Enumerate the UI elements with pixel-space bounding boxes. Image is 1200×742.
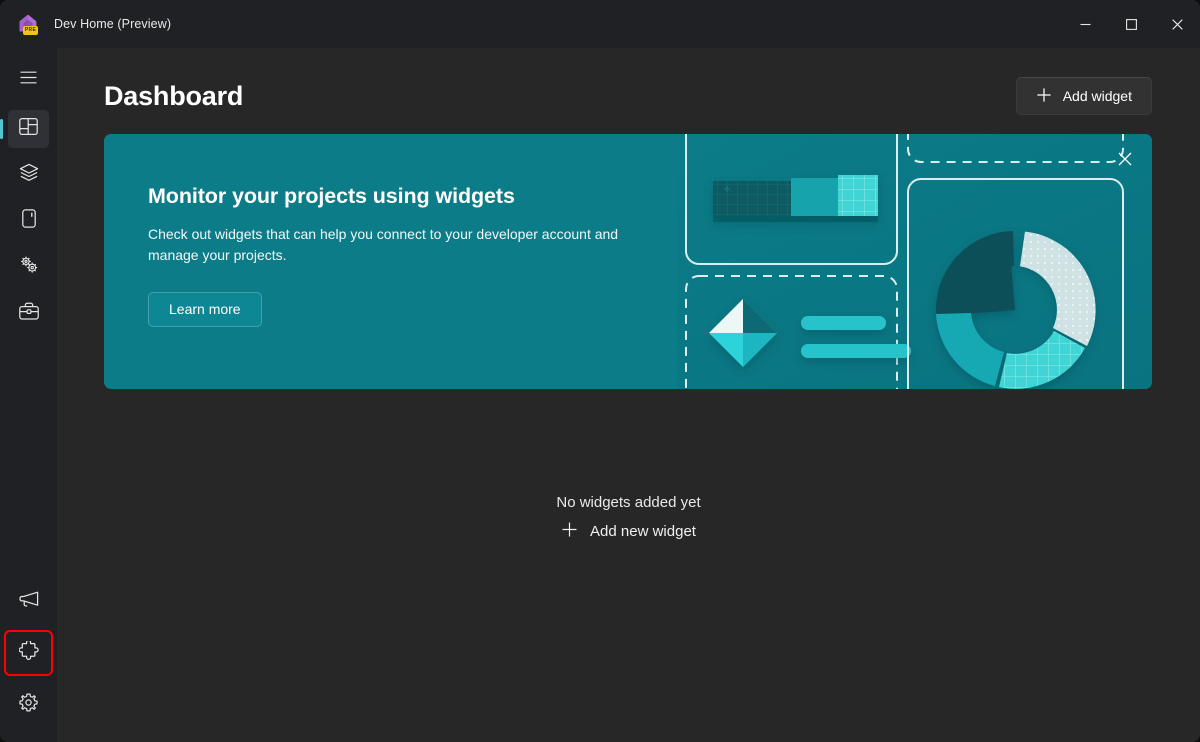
navigation-sidebar [0,48,57,742]
minimize-icon[interactable] [1062,0,1108,48]
sidebar-bottom-group [4,578,53,732]
banner-close-icon[interactable] [1110,144,1140,174]
sidebar-item-settings[interactable] [8,686,49,724]
main-content: Dashboard Add widget Monitor your projec… [57,48,1200,742]
add-new-widget-label: Add new widget [590,522,696,540]
window-body: Dashboard Add widget Monitor your projec… [0,48,1200,742]
banner-text-block: Monitor your projects using widgets Chec… [104,134,664,389]
layers-stack-icon [19,163,39,187]
dashboard-layout-icon [19,117,38,141]
close-icon[interactable] [1154,0,1200,48]
toolbox-icon [18,302,39,325]
banner-description: Check out widgets that can help you conn… [148,226,619,264]
preview-badge: PRE [23,26,38,35]
sidebar-item-environments[interactable] [8,202,49,240]
add-widget-label: Add widget [1062,88,1132,104]
dev-home-house-icon: PRE [16,12,40,36]
megaphone-icon [18,590,39,612]
device-icon [21,209,36,233]
plus-icon [1036,87,1052,106]
sidebar-item-utilities[interactable] [8,248,49,286]
gears-icon [19,255,39,279]
app-window: PRE Dev Home (Preview) Dashboard Add wid… [0,0,1200,742]
window-controls [1062,0,1200,48]
banner-illustration [677,134,1152,389]
title-bar-left: PRE Dev Home (Preview) [0,12,171,36]
empty-state: No widgets added yet Add new widget [57,389,1200,742]
sidebar-item-feedback[interactable] [8,582,49,620]
maximize-icon[interactable] [1108,0,1154,48]
hamburger-menu-icon[interactable] [8,58,49,96]
sidebar-item-toolbox[interactable] [8,294,49,332]
sidebar-item-dashboard[interactable] [0,110,49,148]
banner-heading: Monitor your projects using widgets [148,184,515,208]
gear-icon [19,693,38,717]
puzzle-piece-icon [17,639,39,666]
promo-banner: Monitor your projects using widgets Chec… [104,134,1152,389]
page-title: Dashboard [104,80,244,111]
sidebar-item-extensions[interactable] [4,630,53,676]
plus-icon [561,521,578,542]
add-new-widget-button[interactable]: Add new widget [551,517,706,546]
empty-state-title: No widgets added yet [556,493,701,511]
learn-more-button[interactable]: Learn more [148,291,262,327]
sidebar-item-machine-configuration[interactable] [8,156,49,194]
banner-wrapper: Monitor your projects using widgets Chec… [57,122,1200,389]
title-bar: PRE Dev Home (Preview) [0,0,1200,48]
add-widget-button[interactable]: Add widget [1015,77,1152,115]
page-header: Dashboard Add widget [57,48,1200,122]
app-title: Dev Home (Preview) [54,17,172,31]
